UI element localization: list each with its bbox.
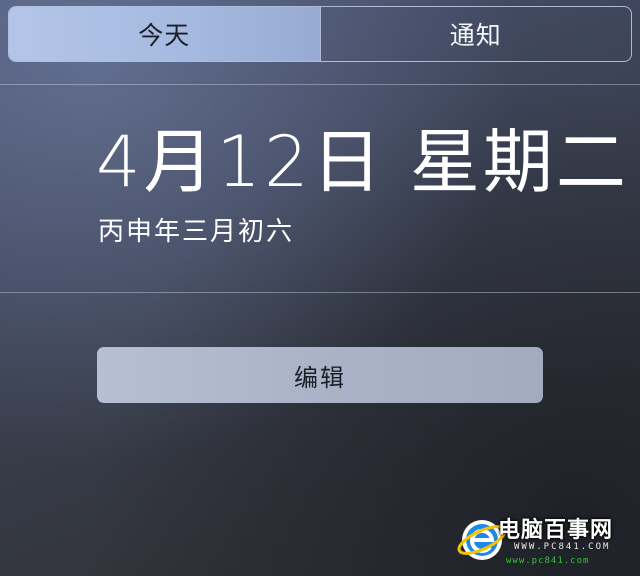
edit-button[interactable]: 编辑	[97, 347, 543, 403]
watermark-url: www.pc841.com	[506, 556, 590, 566]
divider-top	[0, 84, 640, 85]
date-title: 4月12日 星期二	[96, 121, 629, 203]
watermark-title: 电脑百事网	[498, 518, 614, 543]
watermark-subtitle: WWW.PC841.COM	[514, 542, 611, 552]
lunar-date: 丙申年三月初六	[98, 217, 295, 247]
tab-notifications-label: 通知	[449, 21, 502, 50]
divider-middle	[0, 292, 640, 293]
tab-notifications[interactable]: 通知	[319, 7, 632, 61]
watermark: 电脑百事网 WWW.PC841.COM www.pc841.com	[454, 508, 634, 572]
tab-today[interactable]: 今天	[9, 7, 320, 61]
tab-today-label: 今天	[138, 21, 191, 50]
segmented-control: 今天 通知	[8, 6, 632, 62]
